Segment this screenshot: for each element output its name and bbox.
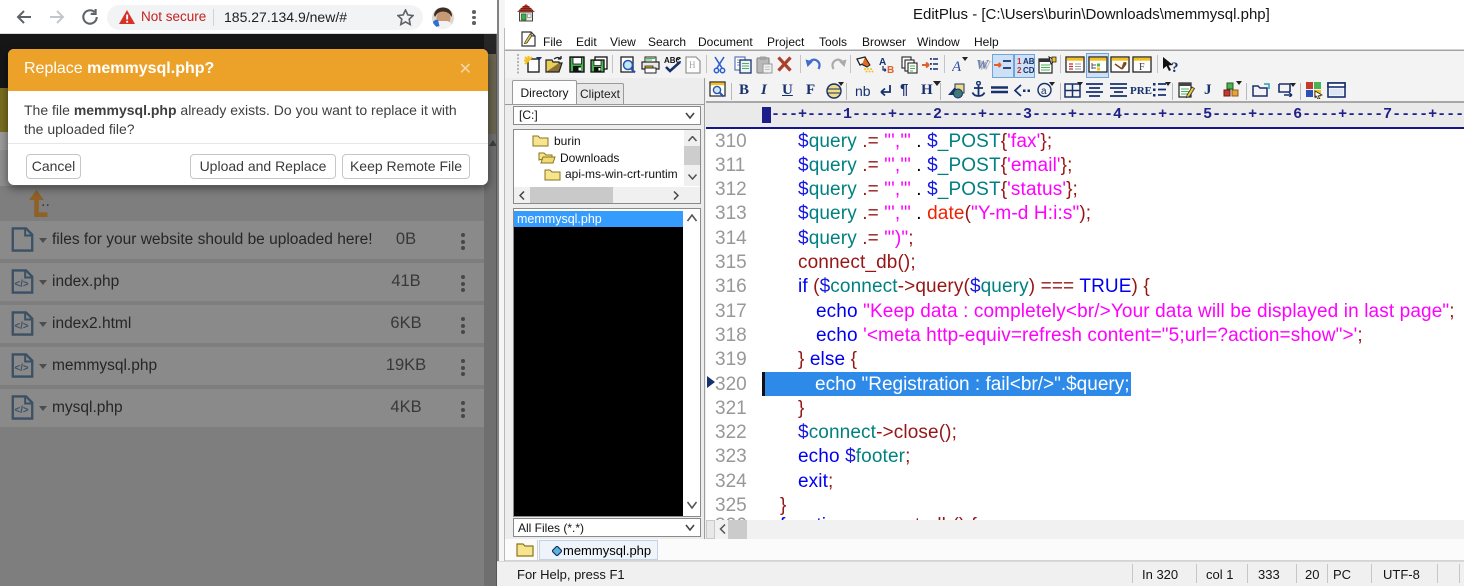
svg-text:a: a	[1041, 86, 1047, 97]
svg-text:</>: </>	[15, 279, 29, 290]
svg-text:</>: </>	[15, 363, 29, 374]
svg-text:1: 1	[1017, 57, 1022, 66]
svg-text:B: B	[887, 65, 894, 74]
svg-text:A: A	[952, 59, 962, 74]
svg-text:W: W	[976, 58, 990, 73]
svg-text:?: ?	[1171, 60, 1179, 75]
svg-text:AB: AB	[1023, 57, 1034, 66]
svg-text:</>: </>	[15, 321, 29, 332]
svg-text:CD: CD	[1023, 66, 1034, 75]
svg-text:2: 2	[1017, 66, 1022, 75]
svg-text:F: F	[1139, 62, 1145, 73]
svg-text:H: H	[689, 60, 696, 70]
svg-text:</>: </>	[15, 405, 29, 416]
